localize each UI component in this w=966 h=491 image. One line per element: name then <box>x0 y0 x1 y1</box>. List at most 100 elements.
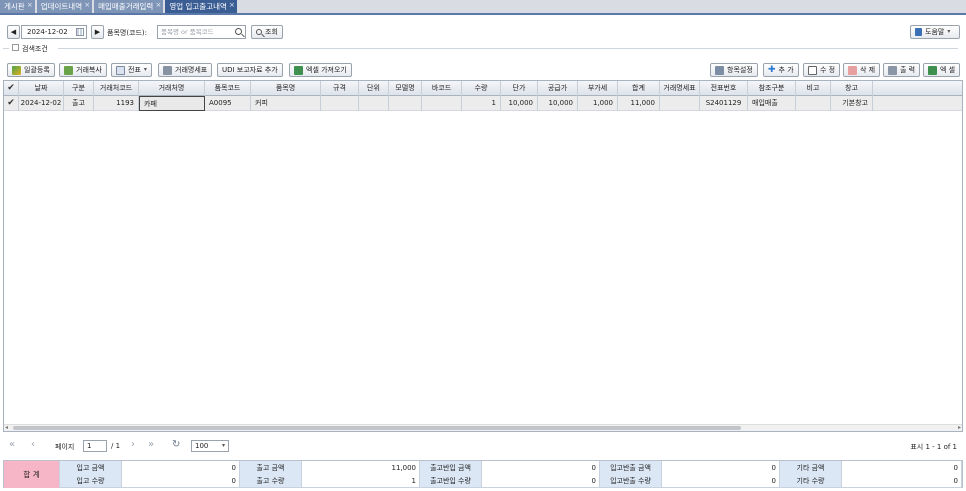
column-header[interactable]: 거래처코드 <box>94 81 139 96</box>
last-page-icon[interactable]: » <box>148 440 154 450</box>
add-button[interactable]: ✚ 추 가 <box>763 63 799 77</box>
refresh-icon[interactable]: ↻ <box>172 440 180 450</box>
excel-import-button[interactable]: 엑셀 가져오기 <box>289 63 352 77</box>
summary-label: 출고 금액 <box>240 461 302 475</box>
search-condition-checkbox[interactable] <box>12 44 19 51</box>
scroll-left-icon[interactable]: ◂ <box>5 424 8 431</box>
page-size-select[interactable]: 100 ▾ <box>191 440 229 452</box>
table-cell[interactable]: 1193 <box>94 96 139 111</box>
prev-date-button[interactable]: ◀ <box>7 25 20 39</box>
column-header[interactable]: 비고 <box>796 81 831 96</box>
edit-button[interactable]: 수 정 <box>803 63 841 77</box>
button-label: 일괄등록 <box>24 66 50 74</box>
statement-button[interactable]: 거래명세표 <box>158 63 213 77</box>
table-cell[interactable]: 기본창고 <box>831 96 873 111</box>
summary-value: 0 <box>482 474 600 488</box>
page-input[interactable]: 1 <box>83 440 107 452</box>
delete-button[interactable]: 삭 제 <box>843 63 881 77</box>
close-icon[interactable]: × <box>155 0 161 12</box>
button-label: 엑셀 가져오기 <box>306 66 347 74</box>
select-all-checkbox[interactable]: ✔ <box>4 81 19 96</box>
close-icon[interactable]: × <box>84 0 90 12</box>
column-header[interactable]: 창고 <box>831 81 873 96</box>
column-header[interactable]: 품목코드 <box>205 81 251 96</box>
tab-board[interactable]: 게시판 × <box>0 0 35 13</box>
next-page-icon[interactable]: › <box>131 440 135 450</box>
copy-transaction-button[interactable]: 거래복사 <box>59 63 107 77</box>
table-cell[interactable]: 1,000 <box>578 96 618 111</box>
table-cell[interactable] <box>321 96 359 111</box>
column-header[interactable]: 품목명 <box>251 81 321 96</box>
column-header[interactable]: 부가세 <box>578 81 618 96</box>
search-button[interactable]: 조회 <box>251 25 283 39</box>
chevron-down-icon: ▾ <box>143 66 147 73</box>
prev-page-icon[interactable]: ‹ <box>31 440 35 450</box>
column-header[interactable]: 단가 <box>501 81 538 96</box>
table-cell[interactable]: 11,000 <box>618 96 660 111</box>
table-cell[interactable]: 매입매출 <box>748 96 796 111</box>
column-header[interactable]: 참조구분 <box>748 81 796 96</box>
grid-header: ✔ 날짜 구분 거래처코드 거래처명 품목코드 품목명 규격 단위 모델명 바코드 수량 단가 공급가 부… <box>4 81 962 96</box>
column-header[interactable]: 전표번호 <box>700 81 748 96</box>
column-header[interactable]: 날짜 <box>19 81 64 96</box>
item-search-input[interactable]: 품목명 or 품목코드 <box>157 25 246 39</box>
column-header[interactable]: 공급가 <box>538 81 578 96</box>
table-cell[interactable] <box>660 96 700 111</box>
table-cell[interactable]: 카페 <box>139 96 205 111</box>
column-header[interactable]: 모델명 <box>389 81 422 96</box>
table-cell[interactable] <box>389 96 422 111</box>
table-cell[interactable]: 10,000 <box>501 96 538 111</box>
summary-value: 11,000 <box>302 461 420 475</box>
column-header[interactable]: 거래처명 <box>139 81 205 96</box>
excel-button[interactable]: 엑 셀 <box>923 63 961 77</box>
table-cell[interactable]: S2401129 <box>700 96 748 111</box>
scrollbar-thumb[interactable] <box>13 426 741 430</box>
date-input[interactable]: 2024-12-02 <box>21 25 87 39</box>
table-cell[interactable]: 1 <box>462 96 501 111</box>
table-cell[interactable] <box>359 96 389 111</box>
tab-update-history[interactable]: 업데이트내역 × <box>36 0 93 13</box>
udi-report-button[interactable]: UDI 보고자료 추가 <box>217 63 283 77</box>
column-header[interactable]: 단위 <box>359 81 389 96</box>
table-cell[interactable]: A0095 <box>205 96 251 111</box>
bulk-register-button[interactable]: 일괄등록 <box>7 63 55 77</box>
print-button[interactable]: 출 력 <box>883 63 921 77</box>
slip-dropdown-button[interactable]: 전표 ▾ <box>111 63 152 77</box>
summary-label: 기타 수량 <box>780 474 842 488</box>
column-header[interactable]: 규격 <box>321 81 359 96</box>
help-button[interactable]: 도움말 ▾ <box>910 25 960 39</box>
column-header[interactable]: 바코드 <box>422 81 462 96</box>
tab-label: 영업 입고출고내역 <box>169 2 227 11</box>
search-icon[interactable] <box>235 28 242 35</box>
tab-inout-history[interactable]: 영업 입고출고내역 × <box>165 0 237 13</box>
first-page-icon[interactable]: « <box>9 440 15 450</box>
column-header[interactable]: 구분 <box>64 81 94 96</box>
summary-label: 입고반출 수량 <box>600 474 662 488</box>
triangle-right-icon: ▶ <box>94 28 101 36</box>
column-header[interactable]: 거래명세표 <box>660 81 700 96</box>
table-cell[interactable]: 10,000 <box>538 96 578 111</box>
column-settings-button[interactable]: 항목설정 <box>710 63 758 77</box>
trash-icon <box>848 65 857 75</box>
scroll-right-icon[interactable]: ▸ <box>958 424 961 431</box>
column-header[interactable]: 합계 <box>618 81 660 96</box>
close-icon[interactable]: × <box>27 0 33 12</box>
column-header[interactable]: 수량 <box>462 81 501 96</box>
tab-bar: 게시판 × 업데이트내역 × 매입매출거래입력 × 영업 입고출고내역 × <box>0 0 966 15</box>
table-cell[interactable]: 2024-12-02 <box>19 96 64 111</box>
summary-label: 출고 수량 <box>240 474 302 488</box>
horizontal-scrollbar[interactable]: ◂ ▸ <box>4 424 962 431</box>
next-date-button[interactable]: ▶ <box>91 25 104 39</box>
close-icon[interactable]: × <box>229 0 235 12</box>
table-cell[interactable] <box>796 96 831 111</box>
table-cell[interactable] <box>422 96 462 111</box>
summary-label: 입고반출 금액 <box>600 461 662 475</box>
tab-sales-purchase-entry[interactable]: 매입매출거래입력 × <box>94 0 164 13</box>
table-cell[interactable]: 출고 <box>64 96 94 111</box>
search-icon <box>256 29 262 35</box>
table-row[interactable]: ✔ 2024-12-02 출고 1193 카페 A0095 커피 1 10,000 10,000… <box>4 96 962 111</box>
upload-icon <box>12 65 21 75</box>
table-cell[interactable]: 커피 <box>251 96 321 111</box>
row-checkbox[interactable]: ✔ <box>4 96 19 111</box>
calendar-icon[interactable] <box>76 28 84 36</box>
